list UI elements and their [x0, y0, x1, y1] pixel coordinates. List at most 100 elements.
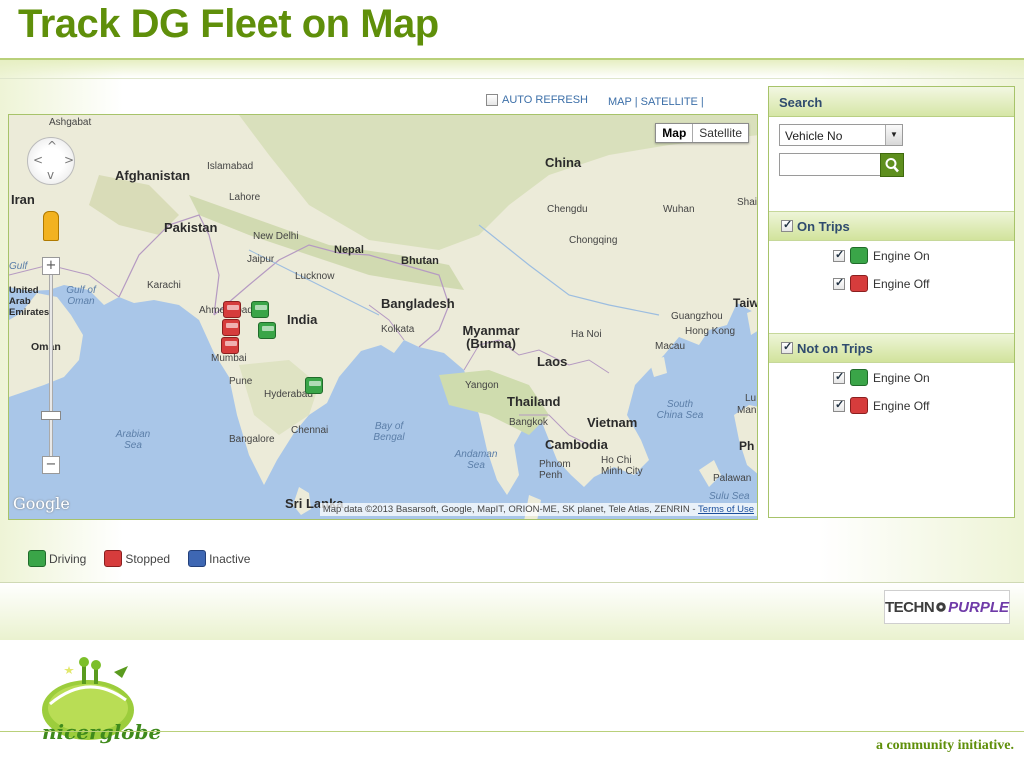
on-trips-engine-on-checkbox[interactable]	[833, 248, 845, 262]
section-label: Not on Trips	[797, 340, 873, 356]
zoom-out-button[interactable]: −	[42, 456, 60, 474]
truck-red-icon	[850, 275, 868, 292]
vehicle-search-input[interactable]	[779, 153, 881, 176]
on-trips-checkbox[interactable]	[781, 218, 793, 232]
map-label-islamabad: Islamabad	[207, 161, 254, 172]
pan-left-icon[interactable]: <	[33, 153, 43, 167]
map-label-ha-noi: Ha Noi	[571, 329, 602, 340]
vehicle-marker[interactable]	[222, 319, 240, 336]
search-button[interactable]	[880, 153, 904, 177]
legend-label: Stopped	[125, 551, 171, 566]
technopurple-logo: TECHN PURPLE	[884, 590, 1010, 624]
map-label-new-delhi: New Delhi	[253, 231, 299, 242]
map-label-lahore: Lahore	[229, 192, 261, 203]
map-label-gulf: Gulf	[9, 261, 28, 272]
section-not-on-trips[interactable]: Not on Trips	[769, 333, 1014, 363]
map-label-bhutan: Bhutan	[401, 255, 439, 267]
map-label-jaipur: Jaipur	[247, 254, 275, 265]
map-attribution: Map data ©2013 Basarsoft, Google, MapIT,…	[319, 503, 757, 516]
vehicle-select-value: Vehicle No	[785, 129, 843, 143]
on-trips-engine-on-option[interactable]: Engine On	[833, 247, 930, 264]
zoom-in-button[interactable]: +	[42, 257, 60, 275]
legend-item-inactive: Inactive	[188, 550, 250, 567]
map-label-kolkata: Kolkata	[381, 324, 415, 335]
map-type-map-button[interactable]: Map	[656, 124, 694, 142]
map-view[interactable]: Ashgabat Afghanistan Iran Pakistan Nepal…	[8, 114, 758, 520]
map-satellite-links[interactable]: MAP | SATELLITE |	[608, 96, 704, 108]
gear-icon	[936, 602, 946, 612]
truck-blue-icon	[188, 550, 207, 567]
not-on-trips-engine-on-option[interactable]: Engine On	[833, 369, 930, 386]
street-view-pegman-icon[interactable]	[43, 211, 59, 241]
vehicle-search-type-select[interactable]: Vehicle No ▼	[779, 124, 903, 146]
truck-green-icon	[850, 369, 868, 386]
map-label-ho-chi-minh: Ho Chi Minh City	[601, 455, 643, 477]
footer-tagline: a community initiative.	[875, 738, 1014, 753]
zoom-slider-handle[interactable]	[41, 411, 61, 420]
vehicle-marker[interactable]	[221, 337, 239, 354]
truck-red-icon	[104, 550, 123, 567]
chevron-down-icon[interactable]: ▼	[885, 125, 902, 145]
map-label-iran: Iran	[11, 192, 35, 207]
auto-refresh-checkbox[interactable]	[486, 94, 498, 106]
map-label-bay-of-bengal: Bay of Bengal	[373, 421, 405, 443]
not-on-trips-engine-off-checkbox[interactable]	[833, 398, 845, 412]
map-type-satellite-button[interactable]: Satellite	[693, 124, 748, 142]
pan-up-icon[interactable]: ^	[47, 139, 57, 153]
band-divider-top	[0, 78, 1024, 79]
map-label-china: China	[545, 155, 582, 170]
on-trips-engine-off-option[interactable]: Engine Off	[833, 275, 929, 292]
map-label-wuhan: Wuhan	[663, 204, 695, 215]
map-label-sulu-sea: Sulu Sea	[709, 491, 750, 502]
map-label-arabian-sea: Arabian Sea	[115, 429, 151, 451]
zoom-slider-track[interactable]	[49, 265, 53, 470]
logo-text-part2: PURPLE	[948, 598, 1009, 616]
terms-of-use-link[interactable]: Terms of Use	[698, 504, 754, 515]
legend-item-stopped: Stopped	[104, 550, 170, 567]
truck-green-icon	[28, 550, 46, 567]
vehicle-marker[interactable]	[258, 322, 276, 339]
pan-right-icon[interactable]: >	[64, 153, 74, 167]
pan-down-icon[interactable]: v	[47, 168, 54, 182]
option-label: Engine Off	[873, 398, 930, 413]
option-label: Engine On	[873, 248, 930, 263]
band-top-glow	[0, 60, 1024, 78]
map-label-guangzhou: Guangzhou	[671, 311, 723, 322]
map-pan-control[interactable]: ^ v < >	[27, 137, 75, 185]
section-on-trips[interactable]: On Trips	[769, 211, 1014, 241]
map-label-hong-kong: Hong Kong	[685, 326, 736, 337]
map-label-pune: Pune	[229, 376, 253, 387]
slide: Track DG Fleet on Map AUTO REFRESH MAP |…	[0, 0, 1024, 768]
map-label-karachi: Karachi	[147, 280, 181, 291]
option-label: Engine Off	[873, 276, 930, 291]
auto-refresh-toggle[interactable]: AUTO REFRESH	[486, 94, 588, 106]
footer-rule	[0, 731, 1024, 732]
vehicle-marker[interactable]	[223, 301, 241, 318]
search-panel: Search Vehicle No ▼ On Trips Engine On E…	[768, 86, 1015, 518]
map-label-uae: United Arab Emirates	[9, 285, 50, 318]
map-label-macau: Macau	[655, 341, 686, 352]
on-trips-engine-off-checkbox[interactable]	[833, 276, 845, 290]
map-label-laos: Laos	[537, 354, 568, 369]
vehicle-marker[interactable]	[305, 377, 323, 394]
slide-title: Track DG Fleet on Map	[18, 2, 439, 46]
map-label-vietnam: Vietnam	[587, 415, 638, 430]
band-bottom	[0, 583, 1024, 640]
vehicle-marker[interactable]	[251, 301, 269, 318]
not-on-trips-engine-off-option[interactable]: Engine Off	[833, 397, 929, 414]
map-type-control[interactable]: Map Satellite	[655, 123, 749, 143]
map-label-phnom-penh: Phnom Penh	[539, 459, 571, 481]
map-label-yangon: Yangon	[465, 380, 499, 391]
map-label-thailand: Thailand	[507, 394, 561, 409]
map-label-andaman-sea: Andaman Sea	[454, 449, 498, 471]
map-label-bangladesh: Bangladesh	[381, 296, 455, 311]
status-legend: Driving Stopped Inactive	[28, 550, 250, 567]
not-on-trips-engine-on-checkbox[interactable]	[833, 370, 845, 384]
map-label-afghanistan: Afghanistan	[115, 168, 191, 183]
search-panel-title: Search	[769, 87, 1014, 117]
truck-red-icon	[850, 397, 868, 414]
not-on-trips-checkbox[interactable]	[781, 340, 793, 354]
legend-label: Driving	[49, 551, 87, 566]
map-label-chengdu: Chengdu	[547, 204, 588, 215]
truck-green-icon	[850, 247, 868, 264]
